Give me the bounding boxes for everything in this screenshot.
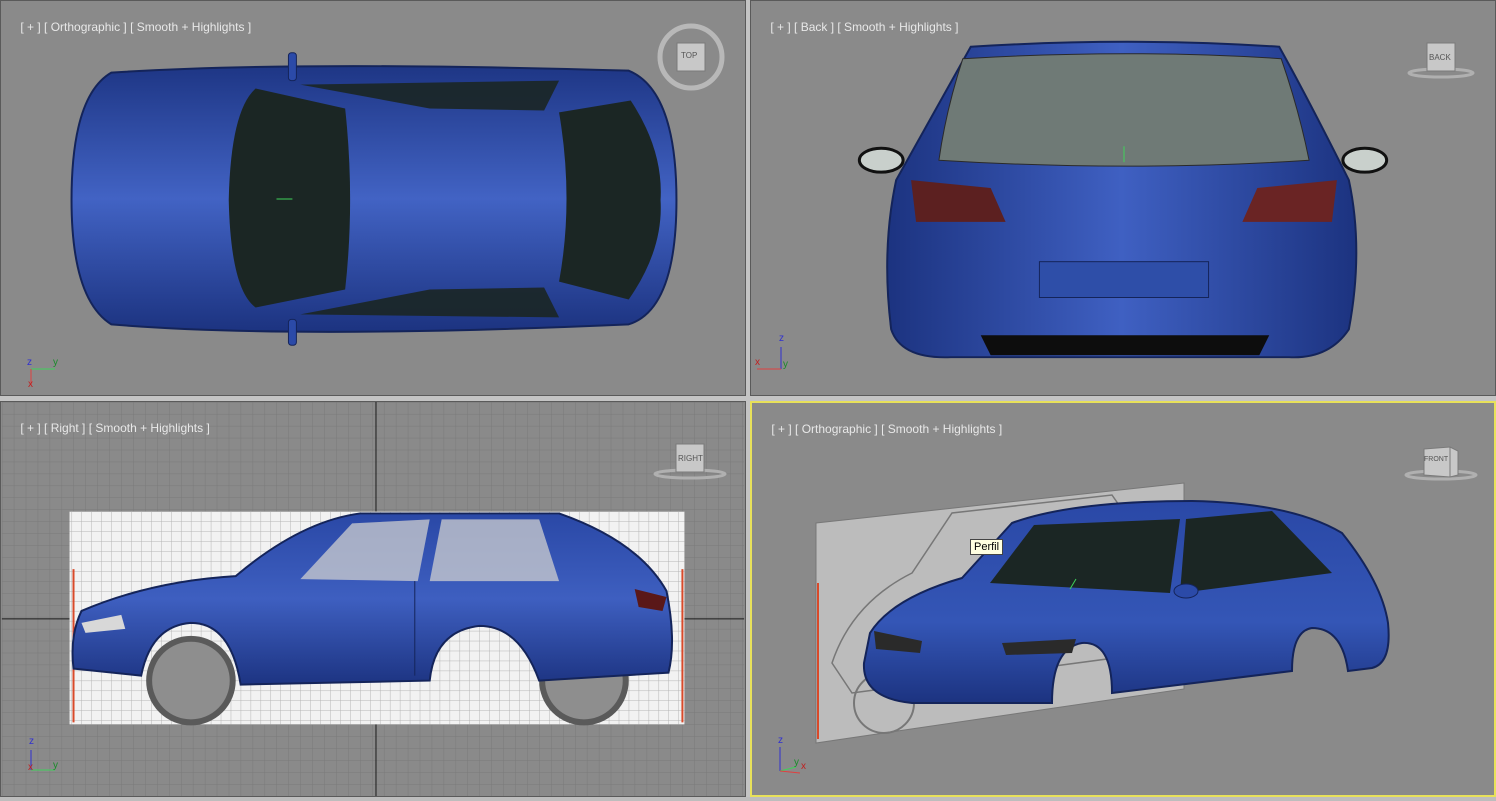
viewport-top-right[interactable]: [ + ] [ Back ] [ Smooth + Highlights ] B… bbox=[750, 0, 1496, 396]
viewport-top-left[interactable]: [ + ] [ Orthographic ] [ Smooth + Highli… bbox=[0, 0, 746, 396]
viewport-label: [ + ] [ Orthographic ] [ Smooth + Highli… bbox=[7, 6, 251, 48]
viewport-view-menu[interactable]: [ Right ] bbox=[44, 421, 85, 435]
car-right-view bbox=[1, 402, 745, 796]
axis-y-label: y bbox=[794, 757, 799, 768]
viewcube-face-label: TOP bbox=[681, 51, 698, 60]
car-perspective-view bbox=[815, 482, 1390, 744]
viewport-shading-menu[interactable]: [ Smooth + Highlights ] bbox=[130, 20, 251, 34]
viewport-plus-menu[interactable]: [ + ] bbox=[771, 422, 791, 436]
viewport-plus-menu[interactable]: [ + ] bbox=[20, 421, 40, 435]
viewport-plus-menu[interactable]: [ + ] bbox=[770, 20, 790, 34]
viewcube[interactable]: TOP bbox=[657, 23, 725, 91]
axis-y-label: y bbox=[53, 357, 58, 368]
viewport-shading-menu[interactable]: [ Smooth + Highlights ] bbox=[881, 422, 1002, 436]
viewport-label: [ + ] [ Right ] [ Smooth + Highlights ] bbox=[7, 407, 210, 449]
viewcube[interactable]: RIGHT bbox=[653, 440, 727, 482]
axis-x-label: x bbox=[801, 761, 806, 772]
car-top-view bbox=[70, 52, 678, 346]
viewport-view-menu[interactable]: [ Orthographic ] bbox=[795, 422, 878, 436]
viewcube[interactable]: FRONT bbox=[1404, 441, 1478, 483]
viewport-view-menu[interactable]: [ Orthographic ] bbox=[44, 20, 127, 34]
axis-tripod: z y x bbox=[25, 355, 65, 391]
viewcube-face-label: RIGHT bbox=[678, 454, 703, 463]
axis-x-label: x bbox=[28, 762, 33, 773]
axis-z-label: z bbox=[778, 735, 783, 746]
viewport-view-menu[interactable]: [ Back ] bbox=[794, 20, 834, 34]
viewport-label: [ + ] [ Back ] [ Smooth + Highlights ] bbox=[757, 6, 958, 48]
viewport-bottom-right-active[interactable]: [ + ] [ Orthographic ] [ Smooth + Highli… bbox=[750, 401, 1496, 797]
axis-z-label: z bbox=[29, 736, 34, 747]
axis-z-label: z bbox=[27, 357, 32, 368]
viewport-bottom-left[interactable]: [ + ] [ Right ] [ Smooth + Highlights ] bbox=[0, 401, 746, 797]
axis-z-label: z bbox=[779, 333, 784, 344]
viewport-shading-menu[interactable]: [ Smooth + Highlights ] bbox=[837, 20, 958, 34]
axis-tripod: z y x bbox=[753, 333, 793, 373]
axis-tripod: z y x bbox=[774, 735, 814, 777]
object-tooltip: Perfil bbox=[970, 539, 1004, 555]
axis-x-label: x bbox=[755, 357, 760, 368]
viewcube-face-label: FRONT bbox=[1424, 456, 1449, 463]
axis-tripod: z y x bbox=[25, 736, 65, 776]
viewport-plus-menu[interactable]: [ + ] bbox=[20, 20, 40, 34]
viewcube[interactable]: BACK bbox=[1407, 39, 1475, 81]
axis-x-label: x bbox=[28, 379, 33, 390]
status-bar bbox=[0, 797, 1496, 801]
axis-y-label: y bbox=[53, 760, 58, 771]
car-back-view bbox=[857, 40, 1389, 359]
viewport-label: [ + ] [ Orthographic ] [ Smooth + Highli… bbox=[758, 408, 1002, 450]
axis-y-label: y bbox=[783, 359, 788, 370]
viewport-shading-menu[interactable]: [ Smooth + Highlights ] bbox=[89, 421, 210, 435]
viewcube-face-label: BACK bbox=[1429, 53, 1451, 62]
